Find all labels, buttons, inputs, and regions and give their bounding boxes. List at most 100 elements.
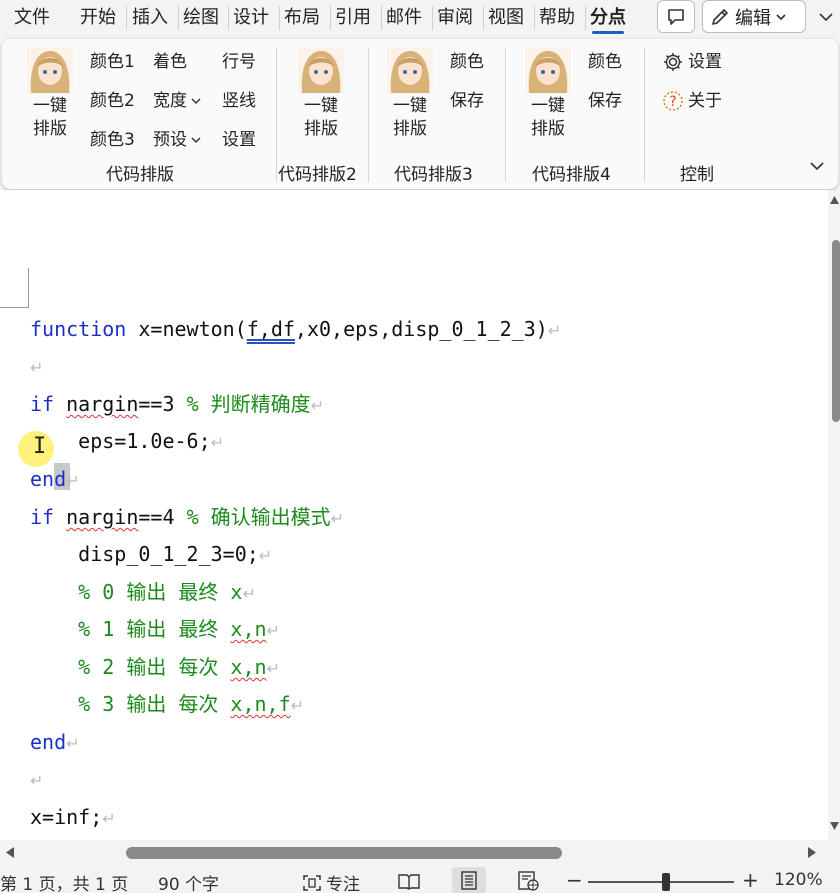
comments-button[interactable] xyxy=(657,0,695,33)
ribbon-collapse-chevron-icon[interactable] xyxy=(818,10,834,24)
line-number-button[interactable]: 行号 xyxy=(222,51,256,73)
about-button[interactable]: ? 关于 xyxy=(662,90,722,112)
color1-button[interactable]: 颜色1 xyxy=(90,51,135,73)
code-line-2[interactable]: ↵ xyxy=(30,351,43,381)
code-text: ,x0,eps,disp_0_1_2_3) xyxy=(294,317,548,341)
editing-mode-label: 编辑 xyxy=(735,7,771,29)
one-click-format2-button[interactable]: 一键 排版 xyxy=(292,47,350,141)
vertical-scroll-thumb[interactable] xyxy=(832,240,840,422)
tab-file[interactable]: 文件 xyxy=(14,4,50,32)
zoom-out-button[interactable]: − xyxy=(566,868,583,892)
print-layout-button[interactable] xyxy=(452,867,486,893)
vertical-line-button[interactable]: 竖线 xyxy=(222,90,256,112)
paragraph-mark: ↵ xyxy=(30,771,44,790)
comment-icon xyxy=(668,8,684,25)
document-canvas[interactable]: function x=newton(f,df,x0,eps,disp_0_1_2… xyxy=(0,190,828,840)
paragraph-mark: ↵ xyxy=(66,734,80,753)
code-line-14[interactable]: x=inf;↵ xyxy=(30,802,116,832)
code-line-6[interactable]: if nargin==4 % 确认输出模式↵ xyxy=(30,502,344,532)
tab-mailings[interactable]: 邮件 xyxy=(386,4,422,32)
code-line-3[interactable]: if nargin==3 % 判断精确度↵ xyxy=(30,389,324,419)
editing-mode-button[interactable]: 编辑 xyxy=(702,0,806,33)
button-label: 排版 xyxy=(393,119,427,139)
g1-settings-button[interactable]: 设置 xyxy=(222,129,256,151)
code-text: disp_0_1_2_3=0; xyxy=(30,542,259,566)
tab-fendian[interactable]: 分点 xyxy=(590,4,626,34)
button-label: 排版 xyxy=(33,119,67,139)
one-click-format-button[interactable]: 一键 排版 xyxy=(21,47,79,141)
tab-design[interactable]: 设计 xyxy=(233,4,269,32)
tab-divider xyxy=(178,6,179,30)
scroll-left-arrow-icon[interactable] xyxy=(6,847,14,858)
group-label-code-format: 代码排版 xyxy=(106,165,174,185)
paragraph-mark: ↵ xyxy=(310,396,325,415)
ribbon-options-chevron-icon[interactable] xyxy=(808,159,826,173)
web-layout-icon[interactable] xyxy=(518,871,540,891)
code-line-4[interactable]: eps=1.0e-6;↵ xyxy=(30,426,224,456)
code-line-9[interactable]: % 1 输出 最终 x,n↵ xyxy=(30,614,280,644)
scroll-up-arrow-icon[interactable] xyxy=(830,196,839,204)
keyword: if xyxy=(30,392,55,416)
crop-mark xyxy=(0,307,29,308)
code-line-13[interactable]: ↵ xyxy=(30,764,43,794)
group-label-code-format4: 代码排版4 xyxy=(532,165,611,185)
focus-mode-button[interactable]: 专注 xyxy=(302,870,360,893)
control-settings-button[interactable]: 设置 xyxy=(662,51,722,73)
group-divider xyxy=(276,47,277,182)
keyword: end xyxy=(30,730,67,754)
tab-home[interactable]: 开始 xyxy=(80,4,116,32)
about-label: 关于 xyxy=(688,91,722,111)
code-line-8[interactable]: % 0 输出 最终 x↵ xyxy=(30,577,256,607)
code-line-12[interactable]: end↵ xyxy=(30,727,80,757)
one-click-format4-button[interactable]: 一键 排版 xyxy=(519,47,577,141)
g3-save-button[interactable]: 保存 xyxy=(450,90,484,112)
group-divider xyxy=(368,47,369,182)
code-line-10[interactable]: % 2 输出 每次 x,n↵ xyxy=(30,652,280,682)
paragraph-mark: ↵ xyxy=(242,584,256,603)
code-text: ==4 xyxy=(138,505,187,529)
code-line-7[interactable]: disp_0_1_2_3=0;↵ xyxy=(30,539,272,569)
horizontal-scroll-thumb[interactable] xyxy=(126,847,562,859)
tab-references[interactable]: 引用 xyxy=(335,4,371,32)
read-mode-icon[interactable] xyxy=(398,872,420,890)
zoom-slider[interactable] xyxy=(588,881,734,883)
g4-color-button[interactable]: 颜色 xyxy=(588,51,622,73)
width-dropdown[interactable]: 宽度 xyxy=(153,90,201,112)
gear-icon xyxy=(664,53,682,71)
preset-dropdown[interactable]: 预设 xyxy=(153,129,201,151)
tab-insert[interactable]: 插入 xyxy=(132,4,168,32)
code-line-5[interactable]: end↵ xyxy=(30,464,80,494)
chevron-down-icon xyxy=(191,137,201,144)
tab-layout[interactable]: 布局 xyxy=(284,4,320,32)
scroll-right-arrow-icon[interactable] xyxy=(808,847,816,858)
focus-label: 专注 xyxy=(326,875,360,893)
code-text: x=newton( xyxy=(126,317,247,341)
settings-label: 设置 xyxy=(688,52,722,72)
tab-divider xyxy=(126,6,127,30)
tab-divider xyxy=(330,6,331,30)
zoom-in-button[interactable]: + xyxy=(742,868,759,892)
tab-help[interactable]: 帮助 xyxy=(539,4,575,32)
comment-text: % 0 输出 最终 x xyxy=(30,580,243,604)
tab-review[interactable]: 审阅 xyxy=(437,4,473,32)
tab-divider xyxy=(279,6,280,30)
comment-text: % 3 输出 每次 xyxy=(30,692,231,716)
tab-draw[interactable]: 绘图 xyxy=(183,4,219,32)
one-click-format3-button[interactable]: 一键 排版 xyxy=(381,47,439,141)
tint-button[interactable]: 着色 xyxy=(153,51,187,73)
word-count[interactable]: 90 个字 xyxy=(158,870,219,893)
keyword: end xyxy=(30,467,67,491)
color2-button[interactable]: 颜色2 xyxy=(90,90,135,112)
code-line-1[interactable]: function x=newton(f,df,x0,eps,disp_0_1_2… xyxy=(30,314,561,344)
button-label: 一键 xyxy=(393,96,427,116)
color3-button[interactable]: 颜色3 xyxy=(90,129,135,151)
zoom-level[interactable]: 120% xyxy=(774,870,823,890)
tab-view[interactable]: 视图 xyxy=(488,4,524,32)
zoom-slider-thumb[interactable] xyxy=(662,873,670,891)
scroll-down-arrow-icon[interactable] xyxy=(830,822,839,830)
g3-color-button[interactable]: 颜色 xyxy=(450,51,484,73)
g4-save-button[interactable]: 保存 xyxy=(588,90,622,112)
code-line-11[interactable]: % 3 输出 每次 x,n,f↵ xyxy=(30,689,304,719)
page-count[interactable]: 第 1 页，共 1 页 xyxy=(0,870,128,893)
spellcheck-word: x,n xyxy=(230,655,267,679)
